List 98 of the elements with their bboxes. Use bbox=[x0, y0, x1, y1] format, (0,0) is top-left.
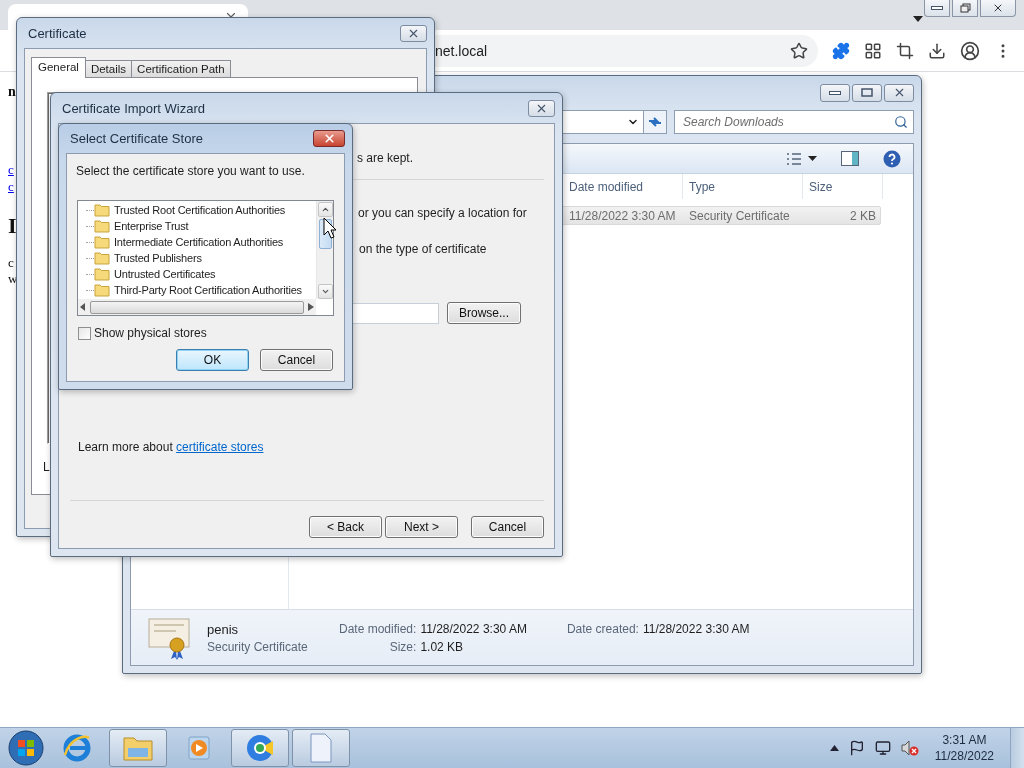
folder-icon bbox=[94, 203, 110, 217]
tab[interactable]: Details bbox=[84, 60, 133, 78]
detail-label: Size: bbox=[388, 639, 417, 654]
maximize-button[interactable] bbox=[852, 83, 882, 102]
circle-logo-icon[interactable] bbox=[245, 733, 275, 763]
folder-icon bbox=[94, 267, 110, 281]
body-text: or you can specify a location for bbox=[358, 206, 527, 220]
browse-button[interactable]: Browse... bbox=[447, 302, 521, 324]
prompt-text: Select the certificate store you want to use. bbox=[75, 163, 306, 178]
cancel-button[interactable]: Cancel bbox=[260, 349, 333, 371]
clock-date: 11/28/2022 bbox=[934, 748, 994, 764]
scroll-thumb[interactable] bbox=[90, 300, 304, 314]
page-text: c bbox=[8, 256, 14, 271]
maximize-icon bbox=[861, 88, 873, 97]
page-text: I bbox=[8, 214, 17, 239]
close-button[interactable] bbox=[884, 83, 914, 102]
restore-icon bbox=[959, 3, 971, 13]
page-text: n bbox=[8, 84, 16, 100]
folder-icon bbox=[94, 283, 110, 297]
cancel-button[interactable]: Cancel bbox=[471, 516, 544, 538]
footer-text: L bbox=[43, 460, 51, 474]
speaker-muted-icon[interactable] bbox=[900, 740, 919, 756]
close-button[interactable] bbox=[400, 24, 427, 42]
folder-icon bbox=[94, 235, 110, 249]
table-cell-text: 2 KB bbox=[849, 208, 877, 223]
tab[interactable]: General bbox=[31, 57, 86, 78]
table-cell-text: Security Certificate bbox=[688, 208, 791, 223]
window-title: Certificate bbox=[27, 25, 87, 41]
minimize-icon bbox=[931, 6, 943, 10]
close-icon bbox=[322, 132, 336, 145]
refresh-icon bbox=[647, 115, 663, 129]
page-link[interactable]: c bbox=[8, 163, 14, 178]
account-icon[interactable] bbox=[960, 40, 980, 61]
clock[interactable]: 3:31 AM 11/28/2022 bbox=[928, 732, 1000, 764]
browser-e-icon[interactable] bbox=[62, 733, 92, 763]
right-arrow-icon[interactable] bbox=[308, 303, 314, 311]
download-icon[interactable] bbox=[928, 41, 946, 60]
caret-icon[interactable] bbox=[808, 156, 817, 161]
view-list-icon[interactable] bbox=[786, 152, 802, 165]
taskbar-button[interactable] bbox=[292, 729, 350, 767]
search-field[interactable]: Search Downloads bbox=[674, 110, 914, 134]
windows-logo-icon bbox=[8, 730, 44, 766]
column-header[interactable]: Size bbox=[803, 174, 883, 199]
star-icon[interactable] bbox=[790, 41, 808, 60]
horizontal-scrollbar[interactable] bbox=[78, 299, 316, 315]
header-text: s are kept. bbox=[357, 151, 414, 165]
table-cell-text: 11/28/2022 3:30 AM bbox=[568, 208, 677, 223]
refresh-button[interactable] bbox=[643, 110, 667, 134]
store-item[interactable]: Enterprise Trust bbox=[113, 220, 190, 232]
next-button[interactable]: Next > bbox=[385, 516, 458, 538]
taskbar-button[interactable] bbox=[231, 729, 289, 767]
close-button[interactable] bbox=[313, 130, 345, 147]
folder-icon bbox=[94, 219, 110, 233]
folder-icon bbox=[94, 251, 110, 265]
detail-value: 11/28/2022 3:30 AM bbox=[642, 621, 750, 636]
flag-icon[interactable] bbox=[848, 740, 865, 756]
page-link[interactable]: c bbox=[8, 179, 14, 194]
minimize-button[interactable] bbox=[820, 83, 850, 102]
taskbar-button[interactable] bbox=[109, 729, 167, 767]
ok-button[interactable]: OK bbox=[176, 349, 249, 371]
store-item[interactable]: Untrusted Certificates bbox=[113, 268, 217, 280]
file-name: penis bbox=[207, 621, 240, 637]
scroll-up-button[interactable] bbox=[317, 202, 333, 217]
close-icon bbox=[992, 2, 1004, 14]
back-button[interactable]: < Back bbox=[309, 516, 382, 538]
tray-expand-icon[interactable] bbox=[829, 745, 839, 751]
detail-label: Date created: bbox=[566, 621, 639, 636]
vertical-scrollbar[interactable] bbox=[316, 201, 333, 299]
certificate-stores-link[interactable]: certificate stores bbox=[176, 440, 264, 454]
store-item[interactable]: Trusted Publishers bbox=[113, 252, 203, 264]
crop-icon[interactable] bbox=[896, 41, 914, 60]
network-icon[interactable] bbox=[874, 740, 891, 756]
left-arrow-icon[interactable] bbox=[80, 303, 86, 311]
file-type: Security Certificate bbox=[207, 639, 309, 654]
tab[interactable]: Certification Path bbox=[131, 60, 231, 78]
store-item[interactable]: Trusted Root Certification Authorities bbox=[113, 204, 287, 216]
column-header[interactable]: Type bbox=[683, 174, 803, 199]
puzzle-icon[interactable] bbox=[832, 41, 850, 60]
close-button[interactable] bbox=[528, 99, 555, 117]
body-text: on the type of certificate bbox=[359, 242, 487, 256]
grid-icon[interactable] bbox=[864, 41, 882, 60]
clock-time: 3:31 AM bbox=[942, 732, 987, 748]
checkbox-label: Show physical stores bbox=[94, 326, 207, 340]
minimize-button[interactable] bbox=[924, 0, 950, 17]
detail-label: Date modified: bbox=[339, 621, 417, 636]
store-item[interactable]: Intermediate Certification Authorities bbox=[113, 236, 285, 248]
help-icon[interactable] bbox=[883, 149, 901, 168]
store-item[interactable]: Third-Party Root Certification Authorities bbox=[113, 284, 303, 296]
window-title: Select Certificate Store bbox=[69, 131, 203, 146]
restore-button[interactable] bbox=[952, 0, 978, 17]
window-title: Certificate Import Wizard bbox=[61, 100, 206, 116]
detail-value: 11/28/2022 3:30 AM bbox=[420, 621, 527, 636]
checkbox[interactable] bbox=[78, 326, 91, 340]
detail-value: 1.02 KB bbox=[420, 639, 465, 654]
url-text: net.local bbox=[435, 42, 488, 59]
learn-more-text: Learn more about certificate stores bbox=[77, 440, 265, 454]
preview-pane-icon[interactable] bbox=[841, 151, 859, 166]
minimize-icon bbox=[829, 90, 841, 95]
